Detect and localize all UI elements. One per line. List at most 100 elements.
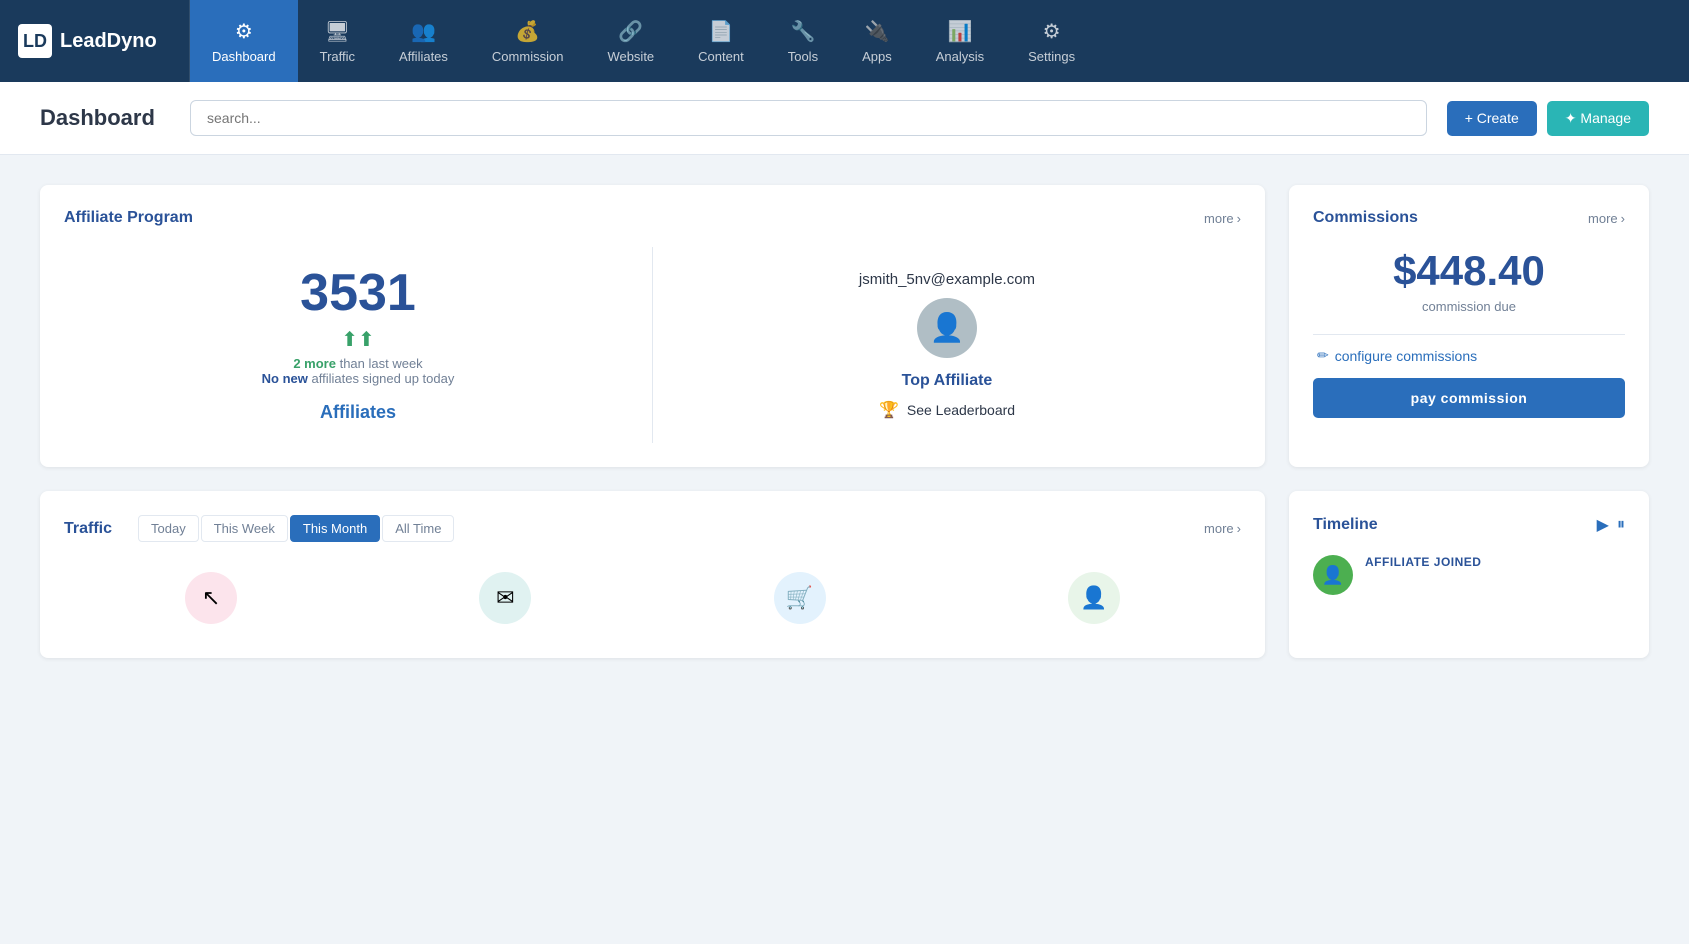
settings-icon: ⚙ (1043, 19, 1061, 44)
period-tabs: Today This Week This Month All Time (138, 515, 454, 542)
affiliate-program-card: Affiliate Program more › 3531 ⬆⬆ 2 more … (40, 185, 1265, 467)
divider (1313, 334, 1625, 335)
affiliate-left-panel: 3531 ⬆⬆ 2 more than last week No new aff… (64, 247, 653, 443)
page-title: Dashboard (40, 105, 170, 131)
traffic-icon-email: ✉ (479, 572, 531, 624)
timeline-header: Timeline ▶ ⏸ (1313, 515, 1625, 535)
affiliate-card-title: Affiliate Program (64, 209, 193, 227)
timeline-play-button[interactable]: ▶ (1597, 515, 1609, 535)
top-row: Affiliate Program more › 3531 ⬆⬆ 2 more … (40, 185, 1649, 467)
period-this-week[interactable]: This Week (201, 515, 288, 542)
timeline-item: 👤 AFFILIATE JOINED (1313, 555, 1625, 595)
period-today[interactable]: Today (138, 515, 199, 542)
affiliate-content: 3531 ⬆⬆ 2 more than last week No new aff… (64, 247, 1241, 443)
dashboard-icon: ⚙ (235, 19, 253, 44)
tools-icon: 🔧 (790, 19, 815, 44)
nav-label-settings: Settings (1028, 49, 1075, 64)
traffic-icons: ↖ ✉ 🛒 👤 (64, 562, 1241, 634)
leaderboard-link[interactable]: 🏆 See Leaderboard (879, 400, 1015, 420)
content-icon: 📄 (708, 19, 733, 44)
create-button[interactable]: + Create (1447, 101, 1537, 136)
nav-item-website[interactable]: 🔗 Website (585, 0, 676, 82)
nav-label-dashboard: Dashboard (212, 49, 276, 64)
manage-button[interactable]: ✦ Manage (1547, 101, 1649, 136)
traffic-icon-person: 👤 (1068, 572, 1120, 624)
apps-icon: 🔌 (864, 19, 889, 44)
period-all-time[interactable]: All Time (382, 515, 454, 542)
commission-amount: $448.40 (1313, 247, 1625, 295)
configure-label: configure commissions (1335, 348, 1477, 364)
main-content: Affiliate Program more › 3531 ⬆⬆ 2 more … (0, 155, 1689, 688)
search-input[interactable] (190, 100, 1427, 136)
period-this-month[interactable]: This Month (290, 515, 380, 542)
page-header: Dashboard + Create ✦ Manage (0, 82, 1689, 155)
pay-commission-button[interactable]: pay commission (1313, 378, 1625, 418)
configure-commissions-link[interactable]: ✏ configure commissions (1313, 347, 1625, 364)
affiliate-right-panel: jsmith_5nv@example.com 👤 Top Affiliate 🏆… (653, 247, 1241, 443)
person-icon: 👤 (1068, 572, 1120, 624)
email-icon: ✉ (479, 572, 531, 624)
nav-item-content[interactable]: 📄 Content (676, 0, 766, 82)
edit-icon: ✏ (1317, 347, 1329, 364)
traffic-more-link[interactable]: more › (1204, 521, 1241, 536)
nav-item-apps[interactable]: 🔌 Apps (840, 0, 914, 82)
timeline-event-label: AFFILIATE JOINED (1365, 555, 1481, 569)
logo[interactable]: LD LeadDyno (0, 0, 190, 82)
timeline-item-content: AFFILIATE JOINED (1365, 555, 1481, 569)
nav-item-commission[interactable]: 💰 Commission (470, 0, 586, 82)
timeline-pause-button[interactable]: ⏸ (1617, 515, 1625, 535)
commission-due-label: commission due (1313, 299, 1625, 314)
traffic-card: Traffic Today This Week This Month All T… (40, 491, 1265, 658)
timeline-title: Timeline (1313, 516, 1378, 534)
stat-no-new-text: No new affiliates signed up today (262, 371, 455, 386)
cart-icon: 🛒 (774, 572, 826, 624)
logo-text: LeadDyno (60, 30, 157, 53)
nav-item-dashboard[interactable]: ⚙ Dashboard (190, 0, 298, 82)
top-affiliate-label: Top Affiliate (902, 372, 993, 390)
nav-item-affiliates[interactable]: 👥 Affiliates (377, 0, 470, 82)
timeline-avatar: 👤 (1313, 555, 1353, 595)
commissions-title: Commissions (1313, 209, 1418, 227)
nav-item-settings[interactable]: ⚙ Settings (1006, 0, 1097, 82)
affiliates-nav-icon: 👥 (411, 19, 436, 44)
traffic-header: Traffic Today This Week This Month All T… (64, 515, 1241, 542)
cursor-icon: ↖ (185, 572, 237, 624)
nav-label-content: Content (698, 49, 744, 64)
up-trend-icon: ⬆⬆ (341, 327, 375, 352)
affiliate-card-header: Affiliate Program more › (64, 209, 1241, 227)
commissions-card: Commissions more › $448.40 commission du… (1289, 185, 1649, 467)
nav-label-analysis: Analysis (936, 49, 984, 64)
stat-more-text: 2 more than last week (293, 356, 422, 371)
website-icon: 🔗 (618, 19, 643, 44)
trophy-icon: 🏆 (879, 400, 899, 420)
nav-item-traffic[interactable]: 🖥 Traffic (298, 0, 377, 82)
commissions-more-link[interactable]: more › (1588, 211, 1625, 226)
nav-item-analysis[interactable]: 📊 Analysis (914, 0, 1006, 82)
nav-label-affiliates: Affiliates (399, 49, 448, 64)
traffic-icon: 🖥 (325, 19, 350, 44)
nav-label-website: Website (607, 49, 654, 64)
bottom-row: Traffic Today This Week This Month All T… (40, 491, 1649, 658)
nav-label-commission: Commission (492, 49, 564, 64)
traffic-icon-cart: 🛒 (774, 572, 826, 624)
top-affiliate-email: jsmith_5nv@example.com (859, 271, 1035, 288)
nav-label-traffic: Traffic (320, 49, 355, 64)
header-actions: + Create ✦ Manage (1447, 101, 1649, 136)
nav-label-apps: Apps (862, 49, 892, 64)
analysis-icon: 📊 (947, 19, 972, 44)
nav-label-tools: Tools (788, 49, 818, 64)
logo-icon: LD (18, 24, 52, 58)
timeline-card: Timeline ▶ ⏸ 👤 AFFILIATE JOINED (1289, 491, 1649, 658)
avatar: 👤 (917, 298, 977, 358)
nav-item-tools[interactable]: 🔧 Tools (766, 0, 840, 82)
top-navigation: LD LeadDyno ⚙ Dashboard 🖥 Traffic 👥 Affi… (0, 0, 1689, 82)
timeline-controls: ▶ ⏸ (1597, 515, 1625, 535)
affiliates-link[interactable]: Affiliates (320, 402, 396, 423)
traffic-icon-cursor: ↖ (185, 572, 237, 624)
traffic-title: Traffic (64, 520, 112, 538)
leaderboard-text: See Leaderboard (907, 402, 1015, 418)
commissions-card-header: Commissions more › (1313, 209, 1625, 227)
affiliate-more-link[interactable]: more › (1204, 211, 1241, 226)
nav-items: ⚙ Dashboard 🖥 Traffic 👥 Affiliates 💰 Com… (190, 0, 1689, 82)
commission-icon: 💰 (515, 19, 540, 44)
